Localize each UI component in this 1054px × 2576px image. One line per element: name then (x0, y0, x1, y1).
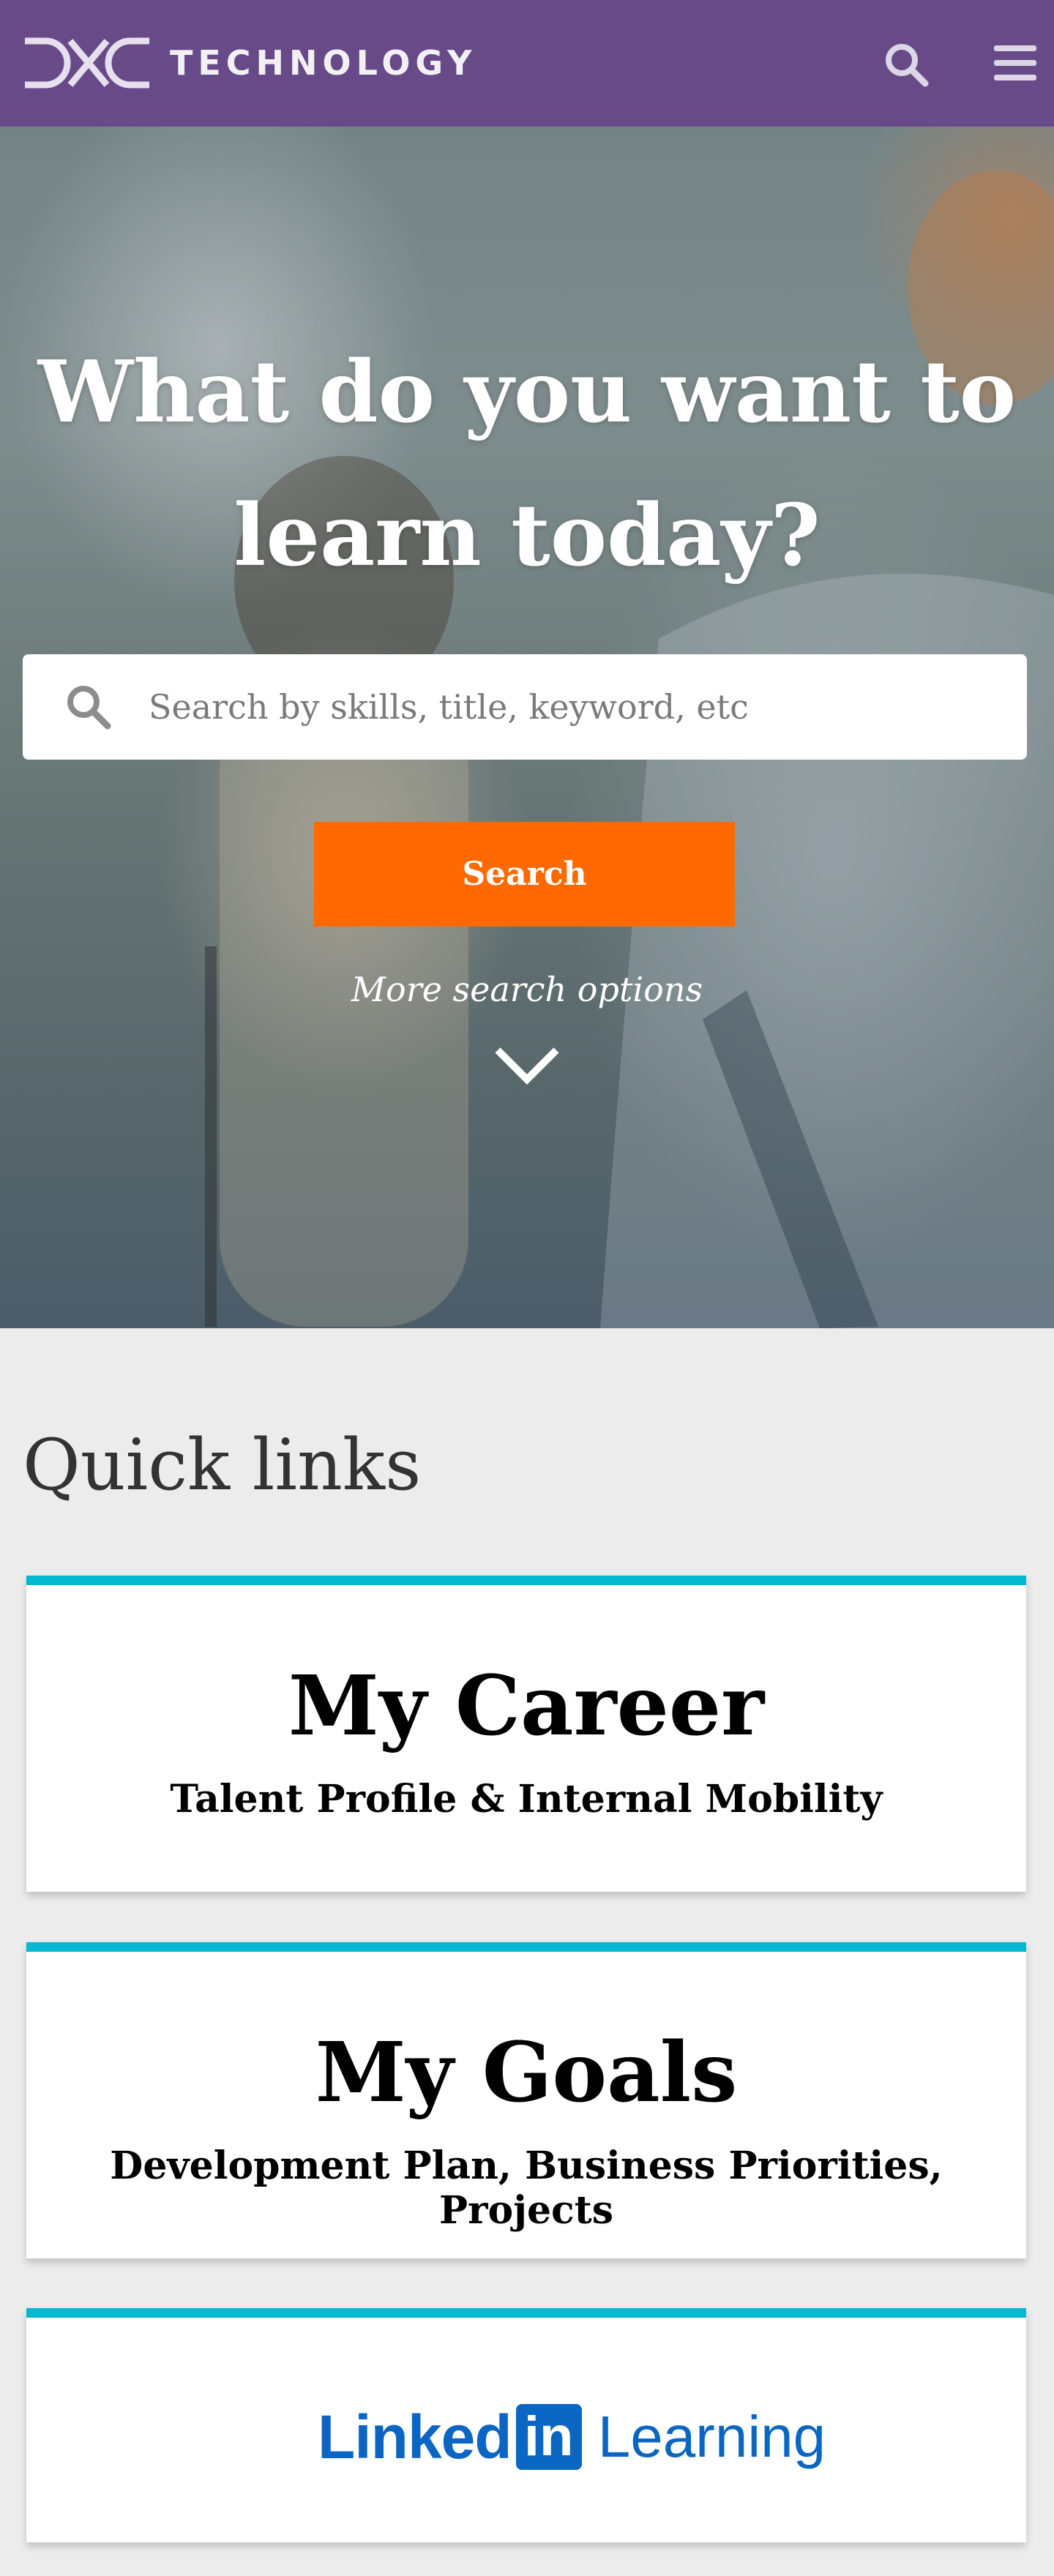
hero-title: What do you want to learn today? (37, 342, 1017, 585)
hamburger-menu-icon[interactable] (993, 42, 1038, 83)
brand-text: TECHNOLOGY (170, 43, 477, 83)
search-bar[interactable] (23, 654, 1027, 760)
search-input[interactable] (149, 676, 998, 738)
card-subtitle: Development Plan, Business Priorities, P… (110, 2143, 943, 2233)
card-subtitle: Talent Profile & Internal Mobility (170, 1777, 883, 1821)
card-title: My Career (288, 1658, 765, 1754)
quick-link-my-career[interactable]: My Career Talent Profile & Internal Mobi… (26, 1576, 1026, 1892)
more-search-options-link[interactable]: More search options (307, 970, 747, 1009)
quick-link-my-goals[interactable]: My Goals Development Plan, Business Prio… (26, 1942, 1026, 2258)
search-icon[interactable] (883, 41, 930, 88)
search-button[interactable]: Search (314, 822, 735, 926)
dxc-logo-mark-icon (25, 37, 149, 89)
top-header: TECHNOLOGY (0, 0, 1054, 127)
linkedin-in-icon: in (515, 2404, 582, 2470)
hero-section: What do you want to learn today? Search … (0, 127, 1054, 1328)
search-icon (67, 686, 111, 730)
linkedin-learning-logo: Linked in Learning (318, 2402, 826, 2471)
quick-link-linkedin-learning[interactable]: Linked in Learning (26, 2308, 1026, 2542)
chevron-down-icon[interactable] (492, 1043, 562, 1087)
card-title: My Goals (315, 2025, 738, 2121)
logo-linked-text: Linked (318, 2402, 512, 2471)
dxc-technology-logo[interactable]: TECHNOLOGY (20, 35, 477, 91)
logo-learning-text: Learning (597, 2404, 826, 2469)
quick-links-heading: Quick links (23, 1424, 422, 1506)
